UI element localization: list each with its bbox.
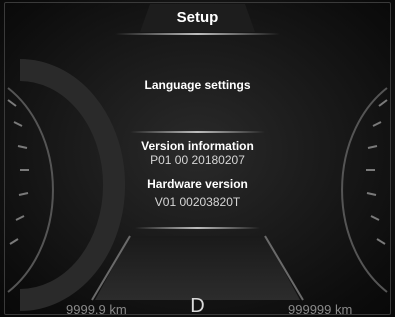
divider-top — [130, 131, 265, 133]
version-information-label[interactable]: Version information — [100, 139, 295, 153]
page-title: Setup — [176, 9, 219, 26]
left-gauge — [7, 59, 126, 311]
total-odometer: 999999 km — [288, 302, 353, 317]
menu-item-language-settings[interactable]: Language settings — [100, 78, 295, 92]
hardware-version-value: V01 00203820T — [154, 195, 241, 209]
right-gauge — [341, 87, 388, 293]
hardware-version-label[interactable]: Hardware version — [100, 177, 295, 191]
title-underline — [115, 33, 280, 35]
divider-bottom — [135, 227, 260, 229]
dashboard-screen: Setup Language settings Version informat… — [0, 0, 395, 317]
version-information-value: P01 00 20180207 — [150, 153, 245, 167]
road-surface — [95, 236, 300, 300]
